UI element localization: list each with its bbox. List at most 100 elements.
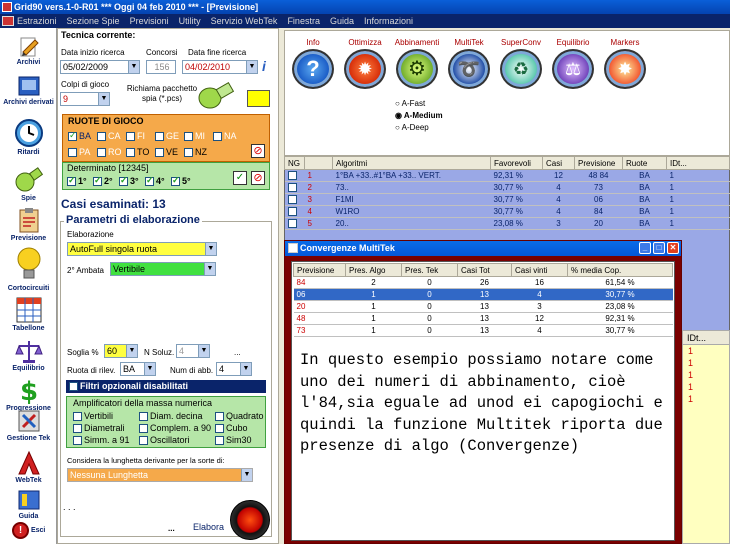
checkbox[interactable]	[97, 132, 106, 142]
minimize-icon[interactable]: _	[639, 242, 651, 254]
checkbox[interactable]	[68, 148, 77, 158]
checkbox[interactable]	[287, 171, 297, 181]
checkbox[interactable]	[126, 132, 135, 142]
sidebar-item-cortocircuiti[interactable]: Cortocircuiti	[0, 246, 57, 292]
ampl-vertibili[interactable]: Vertibili	[73, 410, 139, 422]
col-pres-algo[interactable]: Pres. Algo	[345, 263, 402, 277]
col-previsione[interactable]: Previsione	[574, 156, 623, 170]
checkbox[interactable]	[215, 424, 224, 434]
col-casi-tot[interactable]: Casi Tot	[457, 263, 512, 277]
spy-light-icon[interactable]	[196, 80, 236, 110]
sidebar-item-esci[interactable]: ! Esci	[0, 522, 57, 539]
table-row[interactable]: 73 1 0 13 4 30,77 %	[293, 324, 673, 337]
maximize-icon[interactable]: □	[653, 242, 665, 254]
menu-estrazioni[interactable]: Estrazioni	[12, 14, 62, 28]
superconv-button[interactable]: SuperConv ♻	[497, 38, 545, 89]
ampl-sim30[interactable]: Sim30	[215, 434, 265, 446]
elabora-button[interactable]	[230, 500, 270, 540]
menu-informazioni[interactable]: Informazioni	[359, 14, 418, 28]
radio-a-deep[interactable]: ○ A-Deep	[395, 122, 443, 134]
checkbox[interactable]	[68, 130, 77, 142]
sidebar-item-spie[interactable]: Spie	[0, 164, 57, 202]
checkbox[interactable]	[139, 424, 148, 434]
num-abb-select[interactable]: 4 ▼	[216, 362, 252, 376]
ruota-to[interactable]: TO	[126, 147, 155, 158]
col-idx[interactable]	[304, 156, 333, 170]
checkbox[interactable]	[215, 412, 224, 422]
nsoluz-more[interactable]: ...	[234, 348, 241, 357]
ruota-ba[interactable]: BA	[68, 130, 97, 142]
radio-a-medium[interactable]: ◉ A-Medium	[395, 110, 443, 122]
sidebar-item-tabellone[interactable]: Tabellone	[0, 296, 57, 332]
determinato-1[interactable]: 1°	[67, 175, 93, 187]
table-row[interactable]: 2 73.. 30,77 % 4 73 BA 1	[284, 181, 730, 194]
sidebar-item-ritardi[interactable]: Ritardi	[0, 118, 57, 156]
ruota-nz[interactable]: NZ	[184, 147, 213, 158]
info-icon[interactable]: i	[262, 58, 272, 76]
col-ng[interactable]: NG	[284, 156, 305, 170]
menu-sezione-spie[interactable]: Sezione Spie	[62, 14, 125, 28]
data-fine-field[interactable]: 04/02/2010 ▼	[182, 60, 258, 74]
sidebar-item-webtek[interactable]: WebTek	[0, 450, 57, 484]
checkbox[interactable]	[139, 412, 148, 422]
ampl-simm[interactable]: Simm. a 91	[73, 434, 139, 446]
elabora-more[interactable]: ...	[168, 524, 175, 533]
clear-icon[interactable]: ⊘	[251, 171, 265, 185]
soglia-select[interactable]: 60 ▼	[104, 344, 138, 358]
determinato-2[interactable]: 2°	[93, 175, 119, 187]
table-row[interactable]: 4 W1RO 30,77 % 4 84 BA 1	[284, 205, 730, 218]
checkbox[interactable]	[213, 132, 222, 142]
checkbox[interactable]	[155, 148, 164, 158]
sidebar-item-archivi[interactable]: Archivi	[0, 36, 57, 66]
col-casi-vinti[interactable]: Casi vinti	[511, 263, 568, 277]
ruota-ve[interactable]: VE	[155, 147, 184, 158]
checkbox[interactable]	[97, 148, 106, 158]
col-favorevoli[interactable]: Favorevoli	[490, 156, 543, 170]
ampl-oscillatori[interactable]: Oscillatori	[139, 434, 215, 446]
checkbox[interactable]	[287, 183, 297, 193]
ruota-ca[interactable]: CA	[97, 131, 126, 142]
chevron-down-icon[interactable]: ▼	[240, 363, 251, 375]
checkbox[interactable]	[73, 436, 82, 446]
menu-finestra[interactable]: Finestra	[282, 14, 325, 28]
ampl-complem[interactable]: Complem. a 90	[139, 422, 215, 434]
determinato-4[interactable]: 4°	[145, 175, 171, 187]
chevron-down-icon[interactable]: ▼	[126, 345, 137, 357]
col-idt[interactable]: IDt...	[666, 156, 730, 170]
clear-icon[interactable]: ⊘	[251, 144, 265, 158]
checkbox[interactable]	[287, 219, 297, 229]
col-casi[interactable]: Casi	[542, 156, 575, 170]
checkbox[interactable]	[145, 175, 154, 187]
checkbox[interactable]	[287, 207, 297, 217]
table-row[interactable]: 1 1°BA +33..#1°BA +33.. VERT. 92,31 % 12 48 …	[284, 169, 730, 182]
checkbox[interactable]	[73, 412, 82, 422]
ruota-rilev-select[interactable]: BA ▼	[120, 362, 156, 376]
chevron-down-icon[interactable]: ▼	[198, 345, 209, 357]
checkbox[interactable]	[93, 175, 102, 187]
ampl-diametrali[interactable]: Diametrali	[73, 422, 139, 434]
chevron-down-icon[interactable]: ▼	[241, 469, 252, 481]
ampl-quadrato[interactable]: Quadrato	[215, 410, 265, 422]
sidebar-item-previsione[interactable]: Previsione	[0, 206, 57, 242]
lunghetta-select[interactable]: Nessuna Lunghetta ▼	[67, 468, 253, 482]
checkbox[interactable]	[215, 436, 224, 446]
table-row[interactable]: 84 2 0 26 16 61,54 %	[293, 276, 673, 289]
checkbox[interactable]	[184, 148, 193, 158]
chevron-down-icon[interactable]: ▼	[144, 363, 155, 375]
chevron-down-icon[interactable]: ▼	[204, 263, 215, 275]
info-button[interactable]: Info ?	[289, 38, 337, 89]
checkbox[interactable]	[155, 132, 164, 142]
sidebar-item-gestione-tek[interactable]: Gestione Tek	[0, 408, 57, 442]
col-ruote[interactable]: Ruote	[622, 156, 667, 170]
multitek-button[interactable]: MultiTek ➰	[445, 38, 493, 89]
ruota-na[interactable]: NA	[213, 131, 242, 142]
ruota-ge[interactable]: GE	[155, 131, 184, 142]
table-row[interactable]: 48 1 0 13 12 92,31 %	[293, 312, 673, 325]
sidebar-item-equilibrio[interactable]: Equilibrio	[0, 338, 57, 372]
checkbox[interactable]	[73, 424, 82, 434]
checkbox[interactable]	[69, 382, 78, 392]
markers-button[interactable]: Markers ✸	[601, 38, 649, 89]
ruota-fi[interactable]: FI	[126, 131, 155, 142]
col-algoritmi[interactable]: Algoritmi	[332, 156, 491, 170]
data-inizio-field[interactable]: 05/02/2009 ▼	[60, 60, 140, 74]
